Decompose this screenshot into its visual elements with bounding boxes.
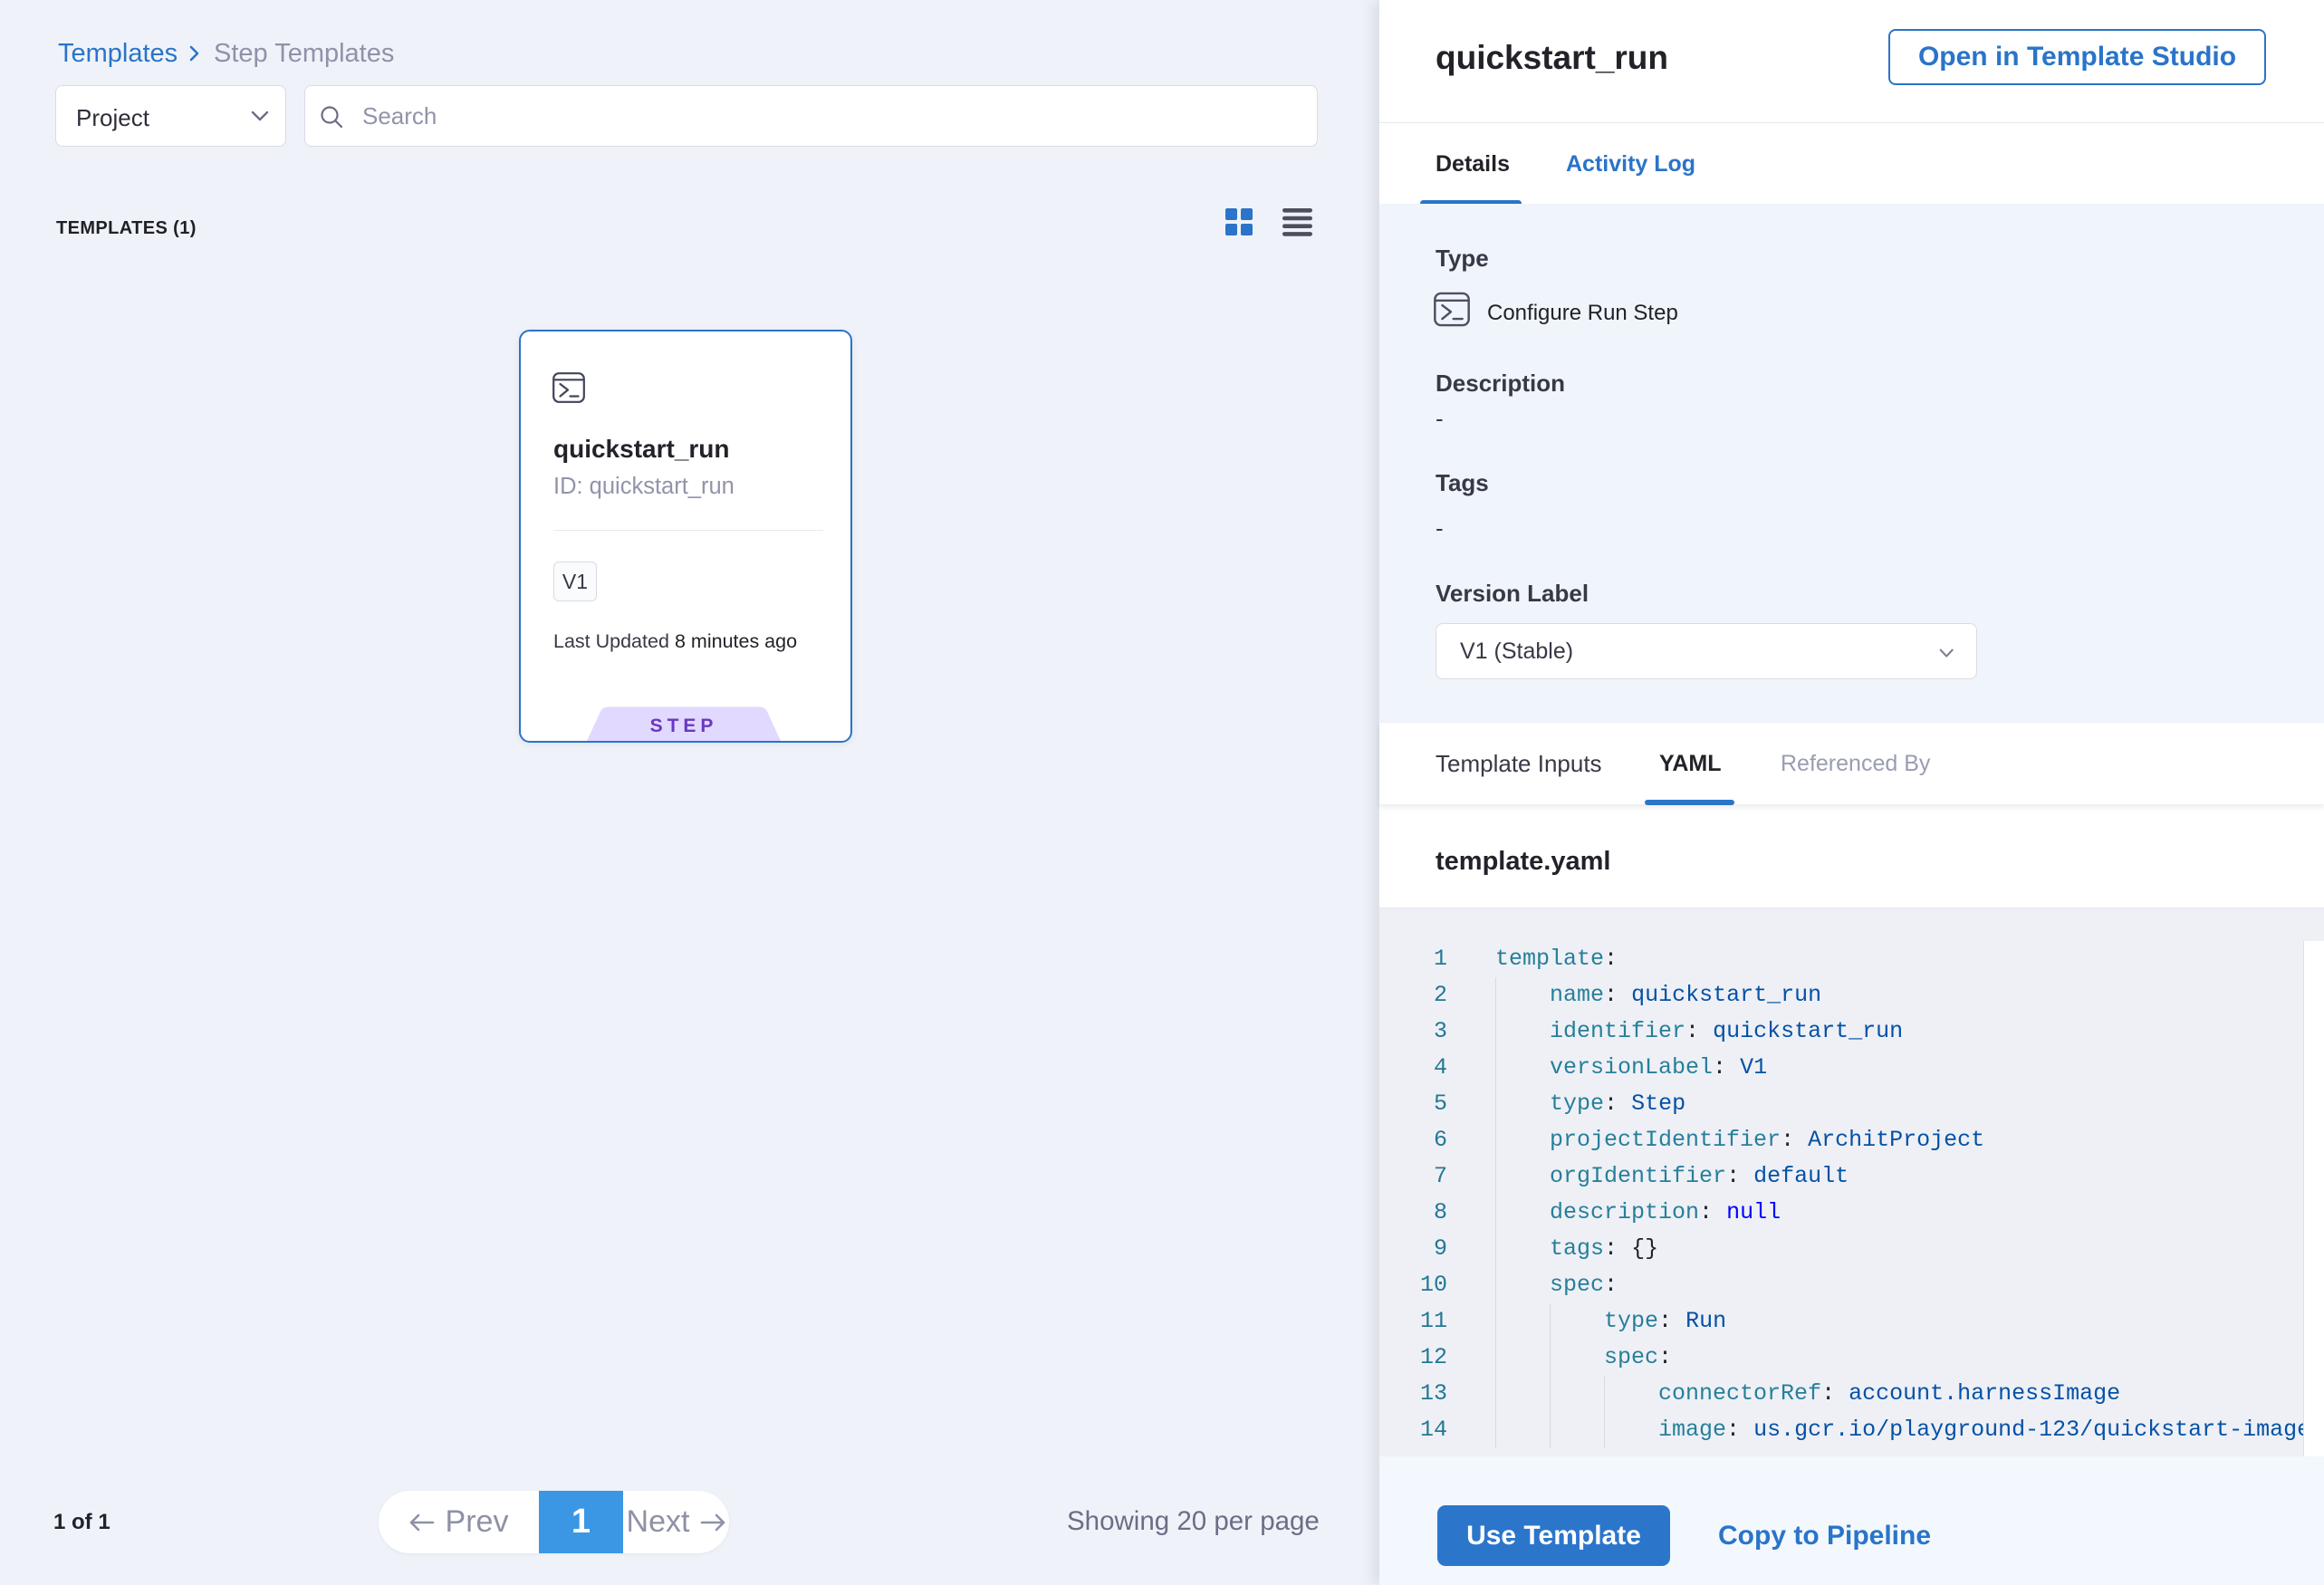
svg-text:STEP: STEP	[650, 716, 718, 736]
